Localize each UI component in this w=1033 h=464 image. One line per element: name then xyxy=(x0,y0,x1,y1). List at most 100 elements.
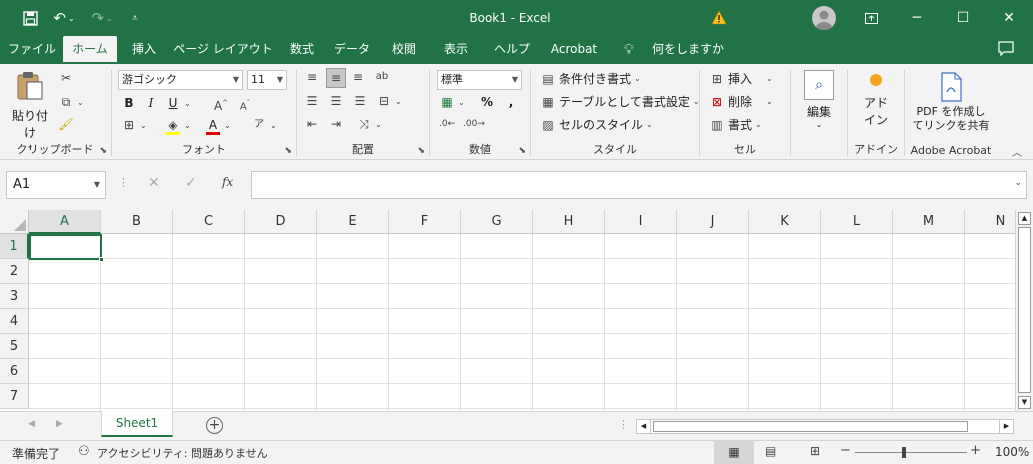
underline-button[interactable]: U ⌄ xyxy=(165,95,191,111)
tab-review[interactable]: 校閲 xyxy=(384,36,424,64)
decrease-font-button[interactable]: Aˇ xyxy=(237,95,253,112)
column-header-k[interactable]: K xyxy=(749,210,821,234)
maximize-icon[interactable]: ☐ xyxy=(940,0,986,36)
warning-triangle-icon[interactable] xyxy=(711,10,727,28)
row-header-1[interactable]: 1 xyxy=(0,234,29,259)
column-header-c[interactable]: C xyxy=(173,210,245,234)
font-color-button[interactable]: A ⌄ xyxy=(205,117,231,135)
close-icon[interactable]: ✕ xyxy=(986,0,1032,36)
add-sheet-icon[interactable]: + xyxy=(206,417,223,434)
addins-button[interactable]: アド イン xyxy=(855,74,897,136)
decrease-decimal-button[interactable]: .00→ xyxy=(463,116,485,132)
column-header-g[interactable]: G xyxy=(461,210,533,234)
tab-formulas[interactable]: 数式 xyxy=(282,36,322,64)
row-header-7[interactable]: 7 xyxy=(0,384,29,409)
row-header-5[interactable]: 5 xyxy=(0,334,29,359)
number-format-combo[interactable]: 標準 ▼ xyxy=(437,70,522,90)
increase-font-button[interactable]: A^ xyxy=(213,95,229,113)
font-launcher-icon[interactable]: ⬊ xyxy=(284,146,292,156)
format-painter-button[interactable]: 🖌︎ xyxy=(58,116,74,132)
row-header-4[interactable]: 4 xyxy=(0,309,29,334)
number-launcher-icon[interactable]: ⬊ xyxy=(518,146,526,156)
conditional-formatting-button[interactable]: ▤ 条件付き書式 ⌄ xyxy=(540,70,640,87)
column-header-b[interactable]: B xyxy=(101,210,173,234)
customize-quick-access-icon[interactable]: ⩡ xyxy=(124,0,146,36)
tab-help[interactable]: ヘルプ xyxy=(488,36,536,64)
accessibility-status[interactable]: アクセシビリティ: 問題ありません xyxy=(97,445,268,461)
comma-button[interactable]: , xyxy=(503,94,519,110)
column-header-i[interactable]: I xyxy=(605,210,677,234)
fill-color-button[interactable]: ◈ ⌄ xyxy=(165,117,191,135)
editing-button[interactable]: ⌕ 編集 ⌄ xyxy=(802,70,836,136)
tab-page-layout[interactable]: ページ レイアウト xyxy=(170,36,276,64)
page-break-view-icon[interactable]: ⊞ xyxy=(810,444,820,458)
clipboard-launcher-icon[interactable]: ⬊ xyxy=(99,146,107,156)
name-box[interactable]: A1 ▼ xyxy=(6,171,106,199)
align-bottom-button[interactable]: ≡ xyxy=(350,69,366,85)
decrease-indent-button[interactable]: ⇤ xyxy=(304,116,320,132)
scroll-sheets-left-icon[interactable]: ◀ xyxy=(28,419,35,429)
fill-handle[interactable] xyxy=(99,257,104,262)
tab-file[interactable]: ファイル xyxy=(6,36,58,64)
borders-button[interactable]: ⊞ ⌄ xyxy=(121,117,147,133)
scroll-down-icon[interactable]: ▼ xyxy=(1018,396,1031,409)
scroll-sheets-right-icon[interactable]: ▶ xyxy=(56,419,63,429)
paste-button[interactable]: 貼り付け ⌄ xyxy=(8,70,52,150)
align-right-button[interactable]: ☰ xyxy=(352,93,368,109)
tab-insert[interactable]: 挿入 xyxy=(124,36,164,64)
merge-center-button[interactable]: ⊟ ⌄ xyxy=(376,93,402,109)
formula-input[interactable]: ⌄ xyxy=(251,171,1027,199)
create-pdf-share-button[interactable]: PDF を作成し てリンクを共有 xyxy=(907,72,995,136)
increase-indent-button[interactable]: ⇥ xyxy=(328,116,344,132)
format-as-table-button[interactable]: ▦ テーブルとして書式設定 ⌄ xyxy=(540,93,699,110)
column-header-a[interactable]: A xyxy=(29,210,101,234)
row-header-3[interactable]: 3 xyxy=(0,284,29,309)
enter-checkmark-icon[interactable]: ✓ xyxy=(185,175,197,191)
column-header-f[interactable]: F xyxy=(389,210,461,234)
column-header-n[interactable]: N xyxy=(965,210,1015,234)
horizontal-scroll-thumb[interactable] xyxy=(653,421,968,432)
normal-view-icon[interactable]: ▦ xyxy=(714,441,754,464)
expand-formula-icon[interactable]: ⌄ xyxy=(1014,178,1022,188)
accounting-format-button[interactable]: ▦ ⌄ xyxy=(439,94,464,110)
orientation-button[interactable]: ab xyxy=(374,69,390,85)
tell-me-search[interactable]: 何をしますか xyxy=(652,36,724,64)
tab-split-grip-icon[interactable]: ⋮ xyxy=(618,418,629,431)
scroll-right-icon[interactable]: ▶ xyxy=(999,420,1013,433)
align-top-button[interactable]: ≡ xyxy=(304,69,320,85)
bold-button[interactable]: B xyxy=(121,95,137,111)
column-header-m[interactable]: M xyxy=(893,210,965,234)
phonetic-button[interactable]: ア ⌄ xyxy=(251,117,277,133)
insert-function-icon[interactable]: fx xyxy=(222,175,233,189)
row-header-2[interactable]: 2 xyxy=(0,259,29,284)
column-header-e[interactable]: E xyxy=(317,210,389,234)
copy-button[interactable]: ⧉ ⌄ xyxy=(58,94,84,110)
alignment-launcher-icon[interactable]: ⬊ xyxy=(417,146,425,156)
zoom-slider-track[interactable] xyxy=(855,452,967,453)
cell-styles-button[interactable]: ▨ セルのスタイル ⌄ xyxy=(540,116,652,133)
ribbon-display-options-icon[interactable] xyxy=(848,0,894,36)
format-cells-button[interactable]: ▥ 書式 ⌄ xyxy=(709,116,761,133)
percent-button[interactable]: % xyxy=(479,94,495,110)
tab-acrobat[interactable]: Acrobat xyxy=(544,36,604,64)
column-header-h[interactable]: H xyxy=(533,210,605,234)
column-header-l[interactable]: L xyxy=(821,210,893,234)
vertical-scrollbar[interactable]: ▲ ▼ xyxy=(1015,210,1033,411)
worksheet-grid[interactable]: ABCDEFGHIJKLMN 1234567 xyxy=(0,210,1015,411)
active-cell-a1[interactable] xyxy=(29,234,102,260)
cut-button[interactable]: ✂ xyxy=(58,70,74,86)
cancel-icon[interactable]: ✕ xyxy=(148,175,160,191)
align-center-button[interactable]: ☰ xyxy=(328,93,344,109)
column-header-d[interactable]: D xyxy=(245,210,317,234)
font-size-combo[interactable]: 11 ▼ xyxy=(247,70,287,90)
increase-decimal-button[interactable]: .0← xyxy=(439,116,455,132)
tab-home[interactable]: ホーム xyxy=(63,36,117,64)
tab-view[interactable]: 表示 xyxy=(436,36,476,64)
page-layout-view-icon[interactable]: ▤ xyxy=(765,444,776,458)
zoom-level[interactable]: 100% xyxy=(995,445,1029,459)
column-header-j[interactable]: J xyxy=(677,210,749,234)
scroll-up-icon[interactable]: ▲ xyxy=(1018,212,1031,225)
save-icon[interactable] xyxy=(18,0,42,36)
select-all-button[interactable] xyxy=(0,210,29,234)
undo-icon[interactable]: ↶ ⌄ xyxy=(48,0,80,36)
